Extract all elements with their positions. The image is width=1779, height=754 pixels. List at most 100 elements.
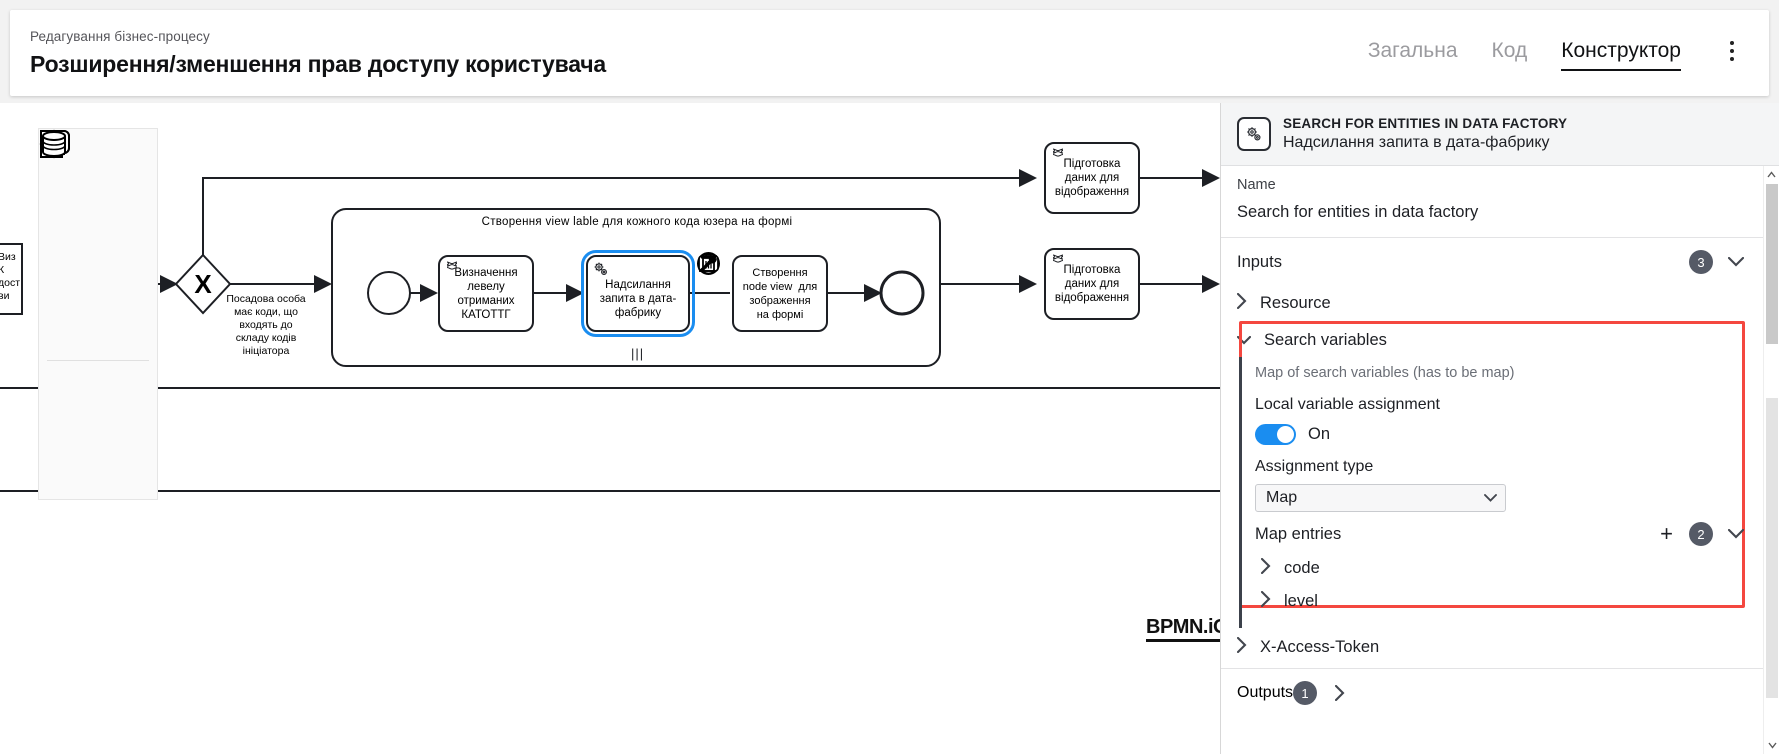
- assignment-type-value: Map: [1266, 489, 1298, 506]
- chevron-right-icon-level: [1260, 590, 1271, 612]
- ctx-connect-icon[interactable]: [696, 255, 725, 338]
- search-variables-body: Map of search variables (has to be map) …: [1221, 357, 1763, 628]
- chevron-down-icon-search-variables: [1236, 332, 1252, 350]
- palette-lasso-select-icon[interactable]: [39, 132, 99, 243]
- outputs-label: Outputs: [1237, 684, 1294, 701]
- clipped-annotation: Виз Кдост ви: [0, 251, 21, 302]
- properties-scrollbar[interactable]: [1763, 166, 1779, 754]
- outputs-count-badge: 1: [1293, 681, 1318, 705]
- palette-space-tool-icon[interactable]: [39, 134, 99, 300]
- local-assignment-toggle-row: On: [1255, 416, 1763, 449]
- local-assignment-label: Local variable assignment: [1255, 396, 1440, 413]
- header-title-area: Редагування бізнес-процесу Розширення/зм…: [10, 28, 1368, 79]
- task-prepare-1[interactable]: Підготовка даних для відображення: [1044, 142, 1140, 214]
- palette-end-event-icon[interactable]: [39, 130, 99, 536]
- bpmnio-watermark: BPMN.iO: [1146, 616, 1229, 642]
- chevron-down-icon[interactable]: [1727, 257, 1745, 267]
- properties-panel: SEARCH FOR ENTITIES IN DATA FACTORY Надс…: [1220, 103, 1779, 754]
- palette-intermediate-event-icon[interactable]: [39, 131, 99, 479]
- scrollbar-track-lower[interactable]: [1766, 398, 1778, 698]
- ctx-wrench-icon[interactable]: [700, 255, 754, 338]
- header-tabs: Загальна Код Конструктор: [1368, 10, 1769, 96]
- map-entries-label: Map entries: [1255, 524, 1342, 543]
- tab-constructor[interactable]: Конструктор: [1561, 38, 1681, 71]
- inputs-label: Inputs: [1237, 252, 1282, 271]
- input-entry-x-access-token-label: X-Access-Token: [1260, 638, 1380, 656]
- chevron-right-icon: [1236, 292, 1247, 314]
- name-group: Name Search for entities in data factory: [1221, 166, 1763, 238]
- search-variables-section: Search variables Map of search variables…: [1221, 321, 1763, 628]
- map-entry-code[interactable]: code: [1255, 552, 1763, 585]
- scrollbar-thumb[interactable]: [1766, 184, 1778, 344]
- input-entry-search-variables[interactable]: Search variables: [1221, 321, 1763, 357]
- palette-divider: [47, 360, 149, 361]
- task-data-factory[interactable]: Надсилання запита в дата-фабрику: [581, 250, 695, 337]
- map-entries-count-badge: 2: [1689, 522, 1713, 546]
- inputs-group-header[interactable]: Inputs 3: [1221, 238, 1763, 286]
- properties-scroll-area: Name Search for entities in data factory…: [1221, 166, 1763, 754]
- palette-task-icon[interactable]: [39, 130, 99, 650]
- map-entry-code-label: code: [1284, 559, 1320, 577]
- application-root: Редагування бізнес-процесу Розширення/зм…: [0, 0, 1779, 754]
- gear-panel-icon: [1237, 117, 1271, 151]
- search-variables-helper: Map of search variables (has to be map): [1255, 365, 1515, 381]
- map-entry-level-label: level: [1284, 592, 1318, 610]
- element-type-title: SEARCH FOR ENTITIES IN DATA FACTORY: [1283, 116, 1568, 131]
- local-assignment-toggle[interactable]: [1255, 424, 1296, 445]
- ctx-append-gateway[interactable]: [697, 251, 754, 280]
- map-entries-header[interactable]: Map entries + 2: [1255, 512, 1763, 552]
- ctx-trash-icon[interactable]: [696, 253, 725, 367]
- palette-data-object-icon[interactable]: [39, 130, 99, 754]
- chevron-down-icon-select: [1484, 489, 1497, 507]
- task-prepare-2-label: Підготовка даних для відображення: [1054, 264, 1130, 304]
- name-field-value[interactable]: Search for entities in data factory: [1237, 200, 1747, 224]
- task-prepare-1-label: Підготовка даних для відображення: [1054, 158, 1130, 198]
- chevron-right-icon-outputs[interactable]: [1331, 685, 1349, 701]
- assignment-type-label: Assignment type: [1255, 458, 1374, 475]
- tab-code[interactable]: Код: [1492, 38, 1528, 69]
- ctx-arrow-diagonal-icon[interactable]: [699, 255, 754, 367]
- task-katottg[interactable]: Визначення левелу отриманих КАТОТТГ: [438, 255, 534, 332]
- inputs-count-badge: 3: [1689, 250, 1713, 274]
- palette-gateway-icon[interactable]: [39, 129, 99, 593]
- task-prepare-2[interactable]: Підготовка даних для відображення: [1044, 248, 1140, 320]
- kebab-menu-icon[interactable]: [1719, 36, 1745, 66]
- collapsed-marker-icon: |||: [631, 346, 645, 361]
- chevron-down-icon-map-entries[interactable]: [1727, 529, 1745, 539]
- input-entry-resource[interactable]: Resource: [1221, 286, 1763, 321]
- toggle-state-label: On: [1308, 425, 1331, 443]
- gateway-annotation: Посадова особа має коди, що входять до скла…: [226, 293, 306, 357]
- plus-icon[interactable]: +: [1660, 523, 1673, 545]
- outputs-group-header[interactable]: Outputs 1: [1221, 668, 1763, 717]
- bpmn-palette[interactable]: [38, 128, 158, 500]
- task-data-factory-label: Надсилання запита в дата-фабрику: [599, 278, 677, 319]
- task-katottg-label: Визначення левелу отриманих КАТОТТГ: [454, 266, 518, 321]
- map-entry-level[interactable]: level: [1255, 585, 1763, 618]
- breadcrumb: Редагування бізнес-процесу: [30, 28, 210, 44]
- chevron-right-icon-token: [1236, 636, 1247, 658]
- scroll-down-arrow-icon[interactable]: [1764, 737, 1779, 754]
- page-title: Розширення/зменшення прав доступу корист…: [30, 50, 606, 77]
- properties-body: Name Search for entities in data factory…: [1221, 166, 1779, 754]
- input-entry-resource-label: Resource: [1260, 294, 1331, 312]
- ctx-append-task[interactable]: [698, 255, 754, 309]
- palette-connect-icon[interactable]: [39, 131, 99, 357]
- properties-header-text: SEARCH FOR ENTITIES IN DATA FACTORY Надс…: [1283, 115, 1567, 153]
- search-variables-label: Search variables: [1264, 331, 1387, 349]
- ctx-append-intermediate-event[interactable]: [696, 252, 725, 309]
- name-field[interactable]: Name Search for entities in data factory: [1221, 166, 1763, 237]
- input-entry-x-access-token[interactable]: X-Access-Token: [1221, 628, 1763, 668]
- toggle-knob: [1277, 426, 1294, 443]
- context-pad[interactable]: [696, 251, 754, 367]
- name-field-label: Name: [1237, 177, 1276, 193]
- palette-subprocess-icon[interactable]: [39, 130, 99, 707]
- properties-header: SEARCH FOR ENTITIES IN DATA FACTORY Надс…: [1221, 103, 1779, 166]
- subprocess-label: Створення view lable для кожного кода юз…: [481, 216, 793, 228]
- assignment-type-select[interactable]: Map: [1255, 484, 1506, 512]
- search-variables-fields: Map of search variables (has to be map) …: [1239, 357, 1763, 628]
- chevron-right-icon-code: [1260, 557, 1271, 579]
- scroll-up-arrow-icon[interactable]: [1764, 166, 1779, 183]
- tab-general[interactable]: Загальна: [1368, 38, 1458, 69]
- palette-start-event-icon[interactable]: [39, 131, 99, 422]
